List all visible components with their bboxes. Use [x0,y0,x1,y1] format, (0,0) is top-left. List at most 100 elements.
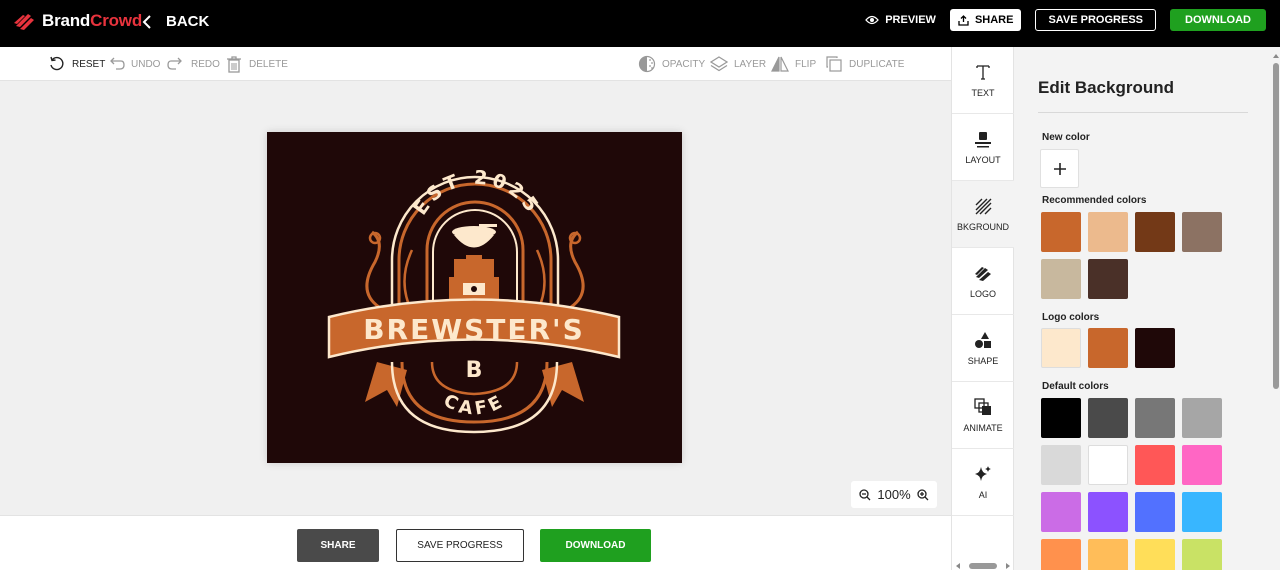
logo-banner-text: BREWSTER'S [363,313,585,346]
color-swatch[interactable] [1041,259,1081,299]
color-swatch[interactable] [1182,398,1222,438]
zoom-level: 100% [877,487,911,502]
duplicate-icon [826,56,842,72]
scroll-right-arrow-icon[interactable] [1006,563,1010,569]
upload-share-icon [958,14,969,26]
color-swatch[interactable] [1182,445,1222,485]
sidebar-item-ai[interactable]: AI [952,449,1014,516]
color-swatch[interactable] [1182,539,1222,570]
share-button-top[interactable]: SHARE [949,9,1022,31]
logo-swatches [1041,328,1222,368]
opacity-icon [638,55,656,73]
chevron-left-icon [142,14,151,29]
color-swatch[interactable] [1088,492,1128,532]
shape-icon [975,331,991,348]
add-color-button[interactable] [1040,149,1079,188]
svg-text:EST 2025: EST 2025 [409,167,544,220]
scrollbar-thumb[interactable] [1273,63,1279,389]
top-bar: BrandCrowd BACK PREVIEW SHARE SAVE PROGR… [0,0,1280,47]
zoom-out-icon[interactable] [859,488,871,501]
sidebar-item-logo[interactable]: LOGO [952,248,1014,315]
color-swatch[interactable] [1088,398,1128,438]
sidebar-item-animate[interactable]: ANIMATE [952,382,1014,449]
color-swatch[interactable] [1088,328,1128,368]
cafe-logo-design[interactable]: EST 2025 BREWSTER'S B CAFE [267,132,682,463]
color-swatch[interactable] [1135,328,1175,368]
panel-vertical-scrollbar[interactable] [1272,54,1280,570]
save-progress-button-top[interactable]: SAVE PROGRESS [1035,9,1156,31]
panel-title: Edit Background [1038,78,1175,97]
save-progress-button-bottom[interactable]: SAVE PROGRESS [396,529,524,562]
logo-colors-label: Logo colors [1042,312,1100,323]
plus-icon [1053,162,1066,175]
color-swatch[interactable] [1041,445,1081,485]
tool-sidebar: TEXT LAYOUT BKGROUND LOGO SHAPE ANIMATE … [951,47,1014,570]
color-swatch[interactable] [1135,398,1175,438]
delete-button[interactable]: DELETE [225,55,288,73]
top-actions: PREVIEW SHARE SAVE PROGRESS DOWNLOAD [865,9,1266,31]
artboard[interactable]: EST 2025 BREWSTER'S B CAFE [267,132,682,463]
color-swatch[interactable] [1088,212,1128,252]
sidebar-item-label: BKGROUND [956,221,1009,232]
eye-icon [865,15,880,25]
preview-button[interactable]: PREVIEW [865,14,936,26]
color-swatch[interactable] [1135,445,1175,485]
brandcrowd-logo-icon [14,14,34,30]
opacity-button[interactable]: OPACITY [638,55,705,73]
undo-button[interactable]: UNDO [107,55,160,73]
back-button[interactable]: BACK [142,13,209,30]
color-swatch[interactable] [1088,539,1128,570]
zoom-control: 100% [851,481,937,508]
sidebar-item-label: SHAPE [967,355,999,366]
share-button-bottom[interactable]: SHARE [297,529,379,562]
sidebar-item-label: LAYOUT [965,154,1001,165]
recommended-colors-label: Recommended colors [1042,195,1147,206]
color-swatch[interactable] [1041,398,1081,438]
color-swatch[interactable] [1135,212,1175,252]
sidebar-item-label: TEXT [971,87,995,98]
layout-icon [975,131,991,147]
zoom-in-icon[interactable] [917,488,929,501]
animate-icon [974,397,991,415]
flip-button[interactable]: FLIP [771,55,816,73]
sidebar-item-background[interactable]: BKGROUND [952,181,1014,248]
brand-name: BrandCrowd [42,11,143,30]
layer-button[interactable]: LAYER [710,55,766,73]
bottom-action-bar: SHARE SAVE PROGRESS DOWNLOAD [0,515,951,570]
color-swatch[interactable] [1041,328,1081,368]
color-swatch[interactable] [1135,539,1175,570]
coffee-grinder-icon [449,224,499,299]
sidebar-item-layout[interactable]: LAYOUT [952,114,1014,181]
layer-label: LAYER [734,58,767,70]
recommended-swatches [1041,212,1222,299]
delete-label: DELETE [249,58,288,70]
design-canvas[interactable]: EST 2025 BREWSTER'S B CAFE 100% [0,81,951,515]
sidebar-item-text[interactable]: TEXT [952,47,1014,114]
duplicate-button[interactable]: DUPLICATE [825,55,904,73]
download-button-top[interactable]: DOWNLOAD [1170,9,1266,31]
download-button-bottom[interactable]: DOWNLOAD [540,529,651,562]
sidebar-horizontal-scrollbar[interactable] [956,563,1010,569]
color-swatch[interactable] [1088,445,1128,485]
redo-button[interactable]: REDO [167,55,220,73]
color-swatch[interactable] [1135,492,1175,532]
flip-label: FLIP [795,58,817,70]
scrollbar-thumb[interactable] [969,563,997,569]
share-label-top: SHARE [974,14,1014,26]
undo-icon [110,57,125,70]
sidebar-item-label: AI [978,489,988,500]
color-swatch[interactable] [1088,259,1128,299]
new-color-label: New color [1042,132,1090,143]
sidebar-item-shape[interactable]: SHAPE [952,315,1014,382]
reset-button[interactable]: RESET [48,55,105,73]
color-swatch[interactable] [1182,492,1222,532]
opacity-label: OPACITY [662,58,706,70]
brand-logo[interactable]: BrandCrowd [14,11,142,31]
scroll-left-arrow-icon[interactable] [956,563,960,569]
color-swatch[interactable] [1182,212,1222,252]
scroll-up-arrow-icon[interactable] [1273,54,1279,58]
color-swatch[interactable] [1041,212,1081,252]
back-label: BACK [166,13,210,30]
color-swatch[interactable] [1041,492,1081,532]
color-swatch[interactable] [1041,539,1081,570]
